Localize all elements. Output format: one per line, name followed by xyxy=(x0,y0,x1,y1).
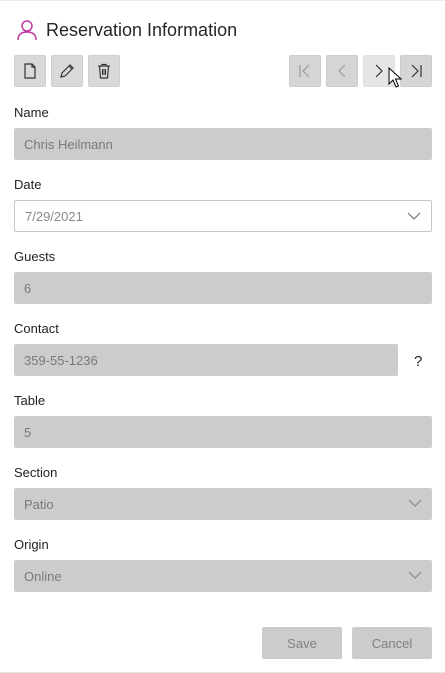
reservation-panel: Reservation Information Name Chris Heilm… xyxy=(0,0,445,673)
delete-button[interactable] xyxy=(88,55,120,87)
table-field[interactable]: 5 xyxy=(14,416,432,448)
pencil-icon xyxy=(60,64,74,78)
name-label: Name xyxy=(14,105,49,120)
guests-value: 6 xyxy=(24,280,32,296)
contact-value: 359-55-1236 xyxy=(24,352,98,368)
previous-record-icon xyxy=(338,64,346,78)
next-record-icon xyxy=(375,64,383,78)
page-title: Reservation Information xyxy=(46,19,238,40)
save-button[interactable]: Save xyxy=(262,627,342,659)
edit-button[interactable] xyxy=(51,55,83,87)
name-value: Chris Heilmann xyxy=(24,136,113,152)
last-record-icon xyxy=(411,64,422,78)
date-label: Date xyxy=(14,177,42,192)
chevron-down-icon[interactable] xyxy=(407,211,421,221)
name-field[interactable]: Chris Heilmann xyxy=(14,128,432,160)
origin-value: Online xyxy=(24,568,62,584)
cancel-button[interactable]: Cancel xyxy=(352,627,432,659)
section-label: Section xyxy=(14,465,58,480)
guests-label: Guests xyxy=(14,249,56,264)
last-record-button[interactable] xyxy=(400,55,432,87)
date-value: 7/29/2021 xyxy=(25,208,83,224)
chevron-down-icon[interactable] xyxy=(408,498,422,508)
previous-record-button[interactable] xyxy=(326,55,358,87)
chevron-down-icon[interactable] xyxy=(408,570,422,580)
origin-select[interactable]: Online xyxy=(14,560,432,592)
table-label: Table xyxy=(14,393,46,408)
trash-icon xyxy=(98,63,110,79)
first-record-icon xyxy=(299,64,310,78)
section-select[interactable]: Patio xyxy=(14,488,432,520)
contact-field[interactable]: 359-55-1236 xyxy=(14,344,398,376)
new-document-icon xyxy=(24,63,36,79)
table-value: 5 xyxy=(24,424,32,440)
contact-help-icon[interactable]: ? xyxy=(414,353,422,370)
new-button[interactable] xyxy=(14,55,46,87)
origin-label: Origin xyxy=(14,537,49,552)
date-picker[interactable]: 7/29/2021 xyxy=(14,200,432,232)
section-value: Patio xyxy=(24,496,54,512)
mouse-cursor-icon xyxy=(388,67,402,88)
guests-field[interactable]: 6 xyxy=(14,272,432,304)
panel-header: Reservation Information xyxy=(16,17,237,43)
contact-label: Contact xyxy=(14,321,59,336)
first-record-button[interactable] xyxy=(289,55,321,87)
user-icon xyxy=(17,20,37,41)
